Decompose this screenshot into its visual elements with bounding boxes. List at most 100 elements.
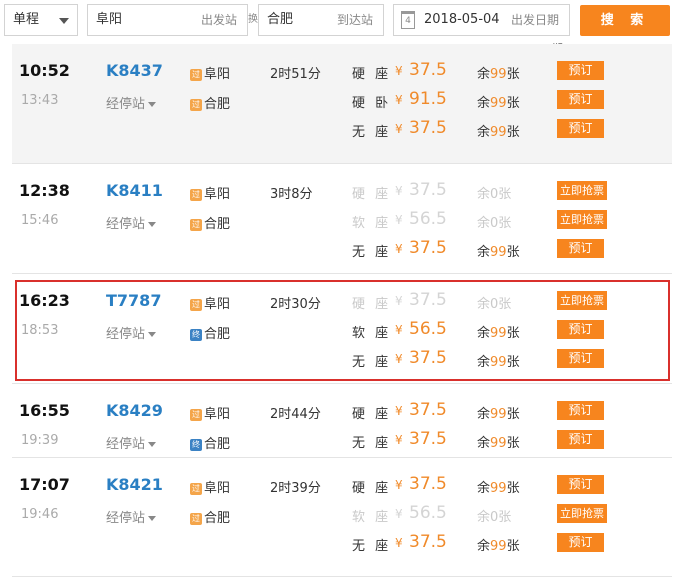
remaining-count: 99 — [490, 355, 507, 370]
seats-remaining: 余0张 — [477, 187, 512, 202]
book-button[interactable]: 预订 — [557, 119, 604, 138]
remaining-suffix: 张 — [506, 96, 520, 111]
grab-ticket-button[interactable]: 立即抢票 — [557, 181, 607, 200]
book-button[interactable]: 预订 — [557, 320, 604, 339]
book-button[interactable]: 预订 — [557, 533, 604, 552]
to-station: 过合肥 — [190, 507, 230, 526]
book-button[interactable]: 预订 — [557, 239, 604, 258]
remaining-suffix: 张 — [506, 407, 520, 422]
book-button[interactable]: 预订 — [557, 61, 604, 80]
depart-time: 12:38 — [19, 181, 70, 200]
arrive-time: 15:46 — [21, 213, 59, 228]
to-station-name: 合肥 — [204, 437, 231, 452]
currency-symbol: ¥ — [395, 64, 403, 78]
stops-dropdown[interactable]: 经停站 — [106, 213, 157, 232]
from-station-name: 阜阳 — [204, 187, 231, 202]
trip-type-select[interactable]: 单程 — [4, 4, 78, 36]
to-station: 终合肥 — [190, 433, 230, 452]
from-station-name: 阜阳 — [204, 407, 231, 422]
book-button[interactable]: 预订 — [557, 90, 604, 109]
remaining-count: 99 — [490, 245, 507, 260]
to-station-input[interactable]: 合肥 到达站 — [258, 4, 384, 36]
seat-type: 无 座 — [352, 436, 392, 451]
seat-type: 硬 座 — [352, 187, 392, 202]
station-badge-icon: 过 — [190, 69, 202, 81]
train-card: 10:52 13:43 K8437 经停站过阜阳过合肥 2时51分硬 座 ¥37.5 余99… — [12, 44, 672, 164]
remaining-prefix: 余 — [477, 67, 491, 82]
seats-remaining: 余99张 — [477, 403, 520, 422]
currency-symbol: ¥ — [395, 404, 403, 418]
search-button[interactable]: 搜 索 — [580, 5, 670, 36]
book-button[interactable]: 预订 — [557, 430, 604, 449]
train-card: 16:23 18:53 T7787 经停站过阜阳终合肥 2时30分硬 座 ¥37.5 余0张… — [12, 274, 672, 384]
calendar-icon[interactable]: 4 — [401, 11, 415, 29]
book-button[interactable]: 预订 — [557, 349, 604, 368]
chevron-down-icon — [148, 222, 157, 227]
book-button[interactable]: 预订 — [557, 475, 604, 494]
train-number[interactable]: K8429 — [106, 401, 163, 420]
seat-type: 软 座 — [352, 216, 392, 231]
book-button[interactable]: 预订 — [557, 401, 604, 420]
stops-dropdown[interactable]: 经停站 — [106, 507, 157, 526]
remaining-suffix: 张 — [506, 67, 520, 82]
stops-dropdown[interactable]: 经停站 — [106, 93, 157, 112]
remaining-prefix: 余 — [477, 436, 491, 451]
remaining-prefix: 余 — [477, 481, 491, 496]
train-number[interactable]: K8411 — [106, 181, 163, 200]
currency-symbol: ¥ — [395, 536, 403, 550]
station-badge-icon: 过 — [190, 99, 202, 111]
remaining-count: 99 — [490, 407, 507, 422]
remaining-count: 99 — [490, 481, 507, 496]
from-station: 过阜阳 — [190, 477, 230, 496]
seat-price: 37.5 — [409, 180, 447, 200]
date-value: 2018-05-04 — [424, 12, 500, 27]
seats-remaining: 余99张 — [477, 477, 520, 496]
grab-ticket-button[interactable]: 立即抢票 — [557, 210, 607, 229]
seats-remaining: 余99张 — [477, 322, 520, 341]
seats-remaining: 余99张 — [477, 121, 520, 140]
grab-ticket-button[interactable]: 立即抢票 — [557, 504, 607, 523]
train-card: 12:38 15:46 K8411 经停站过阜阳过合肥 3时8分硬 座 ¥37.5 余0张立… — [12, 164, 672, 274]
duration: 2时39分 — [270, 481, 321, 496]
seat-price: 37.5 — [409, 60, 447, 80]
swap-stations-button[interactable]: 换 — [248, 10, 258, 25]
stops-label: 经停站 — [106, 217, 146, 232]
seat-type: 硬 座 — [352, 297, 392, 312]
train-number[interactable]: K8437 — [106, 61, 163, 80]
currency-symbol: ¥ — [395, 242, 403, 256]
from-station-value: 阜阳 — [96, 12, 123, 27]
seat-type: 硬 座 — [352, 67, 392, 82]
duration: 3时8分 — [270, 187, 313, 202]
remaining-count: 99 — [490, 326, 507, 341]
currency-symbol: ¥ — [395, 294, 403, 308]
stops-dropdown[interactable]: 经停站 — [106, 323, 157, 342]
depart-time: 17:07 — [19, 475, 70, 494]
seats-remaining: 余99张 — [477, 63, 520, 82]
stops-dropdown[interactable]: 经停站 — [106, 433, 157, 452]
remaining-suffix: 张 — [506, 539, 520, 554]
to-station-name: 合肥 — [204, 217, 231, 232]
currency-symbol: ¥ — [395, 323, 403, 337]
duration: 2时30分 — [270, 297, 321, 312]
currency-symbol: ¥ — [395, 433, 403, 447]
train-number[interactable]: T7787 — [106, 291, 161, 310]
stops-label: 经停站 — [106, 97, 146, 112]
seat-type: 硬 座 — [352, 407, 392, 422]
date-input[interactable]: 4 2018-05-04 出发日期 — [393, 4, 570, 36]
trip-type-value: 单程 — [13, 12, 40, 27]
seat-type: 硬 座 — [352, 481, 392, 496]
remaining-suffix: 张 — [506, 326, 520, 341]
currency-symbol: ¥ — [395, 184, 403, 198]
seat-price: 37.5 — [409, 400, 447, 420]
currency-symbol: ¥ — [395, 213, 403, 227]
station-badge-icon: 过 — [190, 513, 202, 525]
remaining-prefix: 余 — [477, 96, 491, 111]
seats-remaining: 余99张 — [477, 535, 520, 554]
from-station-input[interactable]: 阜阳 出发站 — [87, 4, 248, 36]
chevron-down-icon — [148, 516, 157, 521]
stops-label: 经停站 — [106, 511, 146, 526]
seats-remaining: 余99张 — [477, 241, 520, 260]
arrive-time: 13:43 — [21, 93, 59, 108]
train-number[interactable]: K8421 — [106, 475, 163, 494]
grab-ticket-button[interactable]: 立即抢票 — [557, 291, 607, 310]
